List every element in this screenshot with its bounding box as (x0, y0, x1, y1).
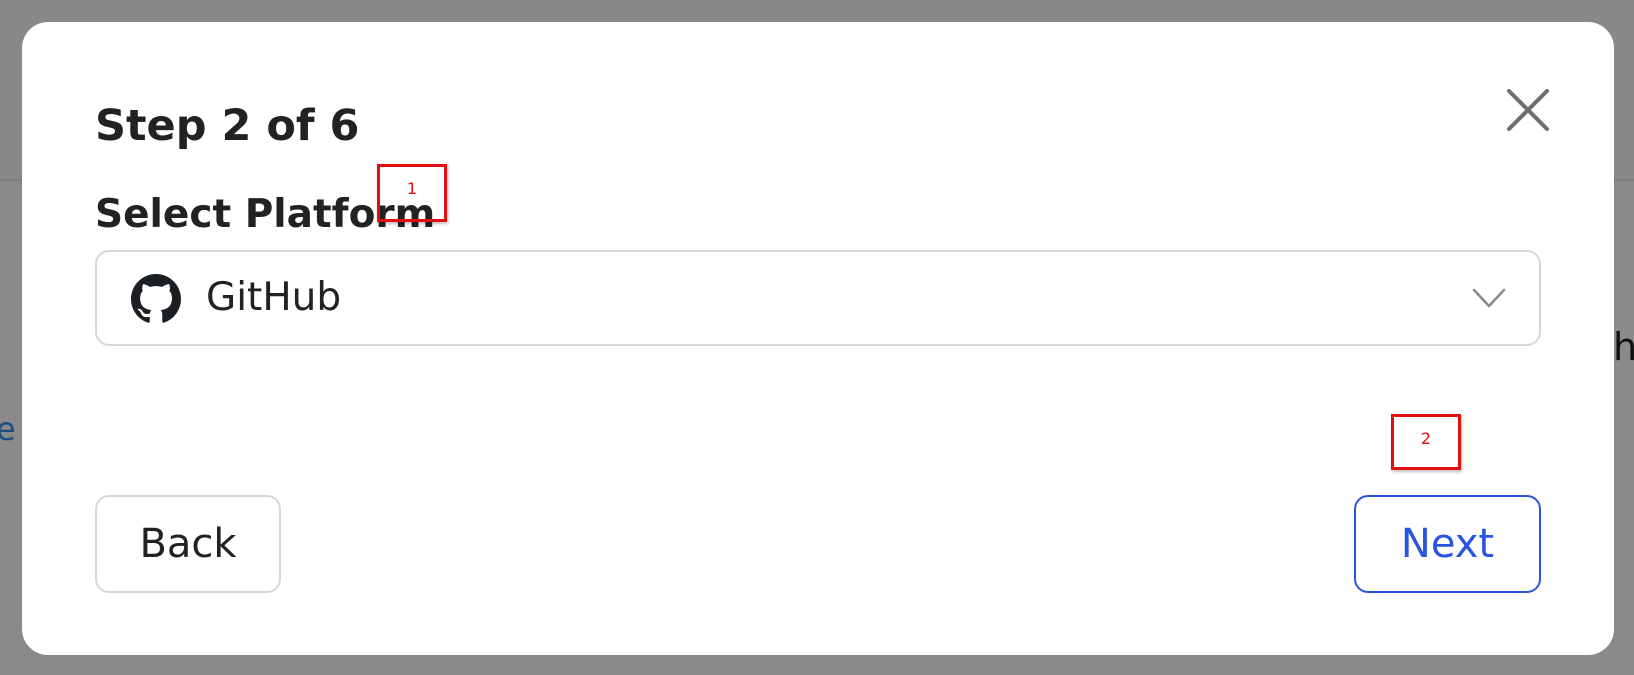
platform-select-value: GitHub (206, 275, 342, 320)
close-icon (1507, 89, 1549, 131)
chevron-down-icon (1471, 286, 1507, 310)
github-icon (131, 274, 181, 324)
next-button[interactable]: Next (1354, 495, 1541, 593)
annotation-marker-1: 1 (377, 164, 447, 222)
step-modal: Step 2 of 6 Select Platform GitHub Back … (22, 22, 1614, 655)
modal-title: Step 2 of 6 (95, 101, 360, 151)
platform-select[interactable]: GitHub (95, 250, 1541, 346)
back-button[interactable]: Back (95, 495, 281, 593)
background-text-fragment: h (1613, 325, 1634, 369)
close-button[interactable] (1502, 84, 1554, 136)
background-text-fragment: e (0, 410, 16, 448)
annotation-marker-2: 2 (1391, 414, 1461, 470)
